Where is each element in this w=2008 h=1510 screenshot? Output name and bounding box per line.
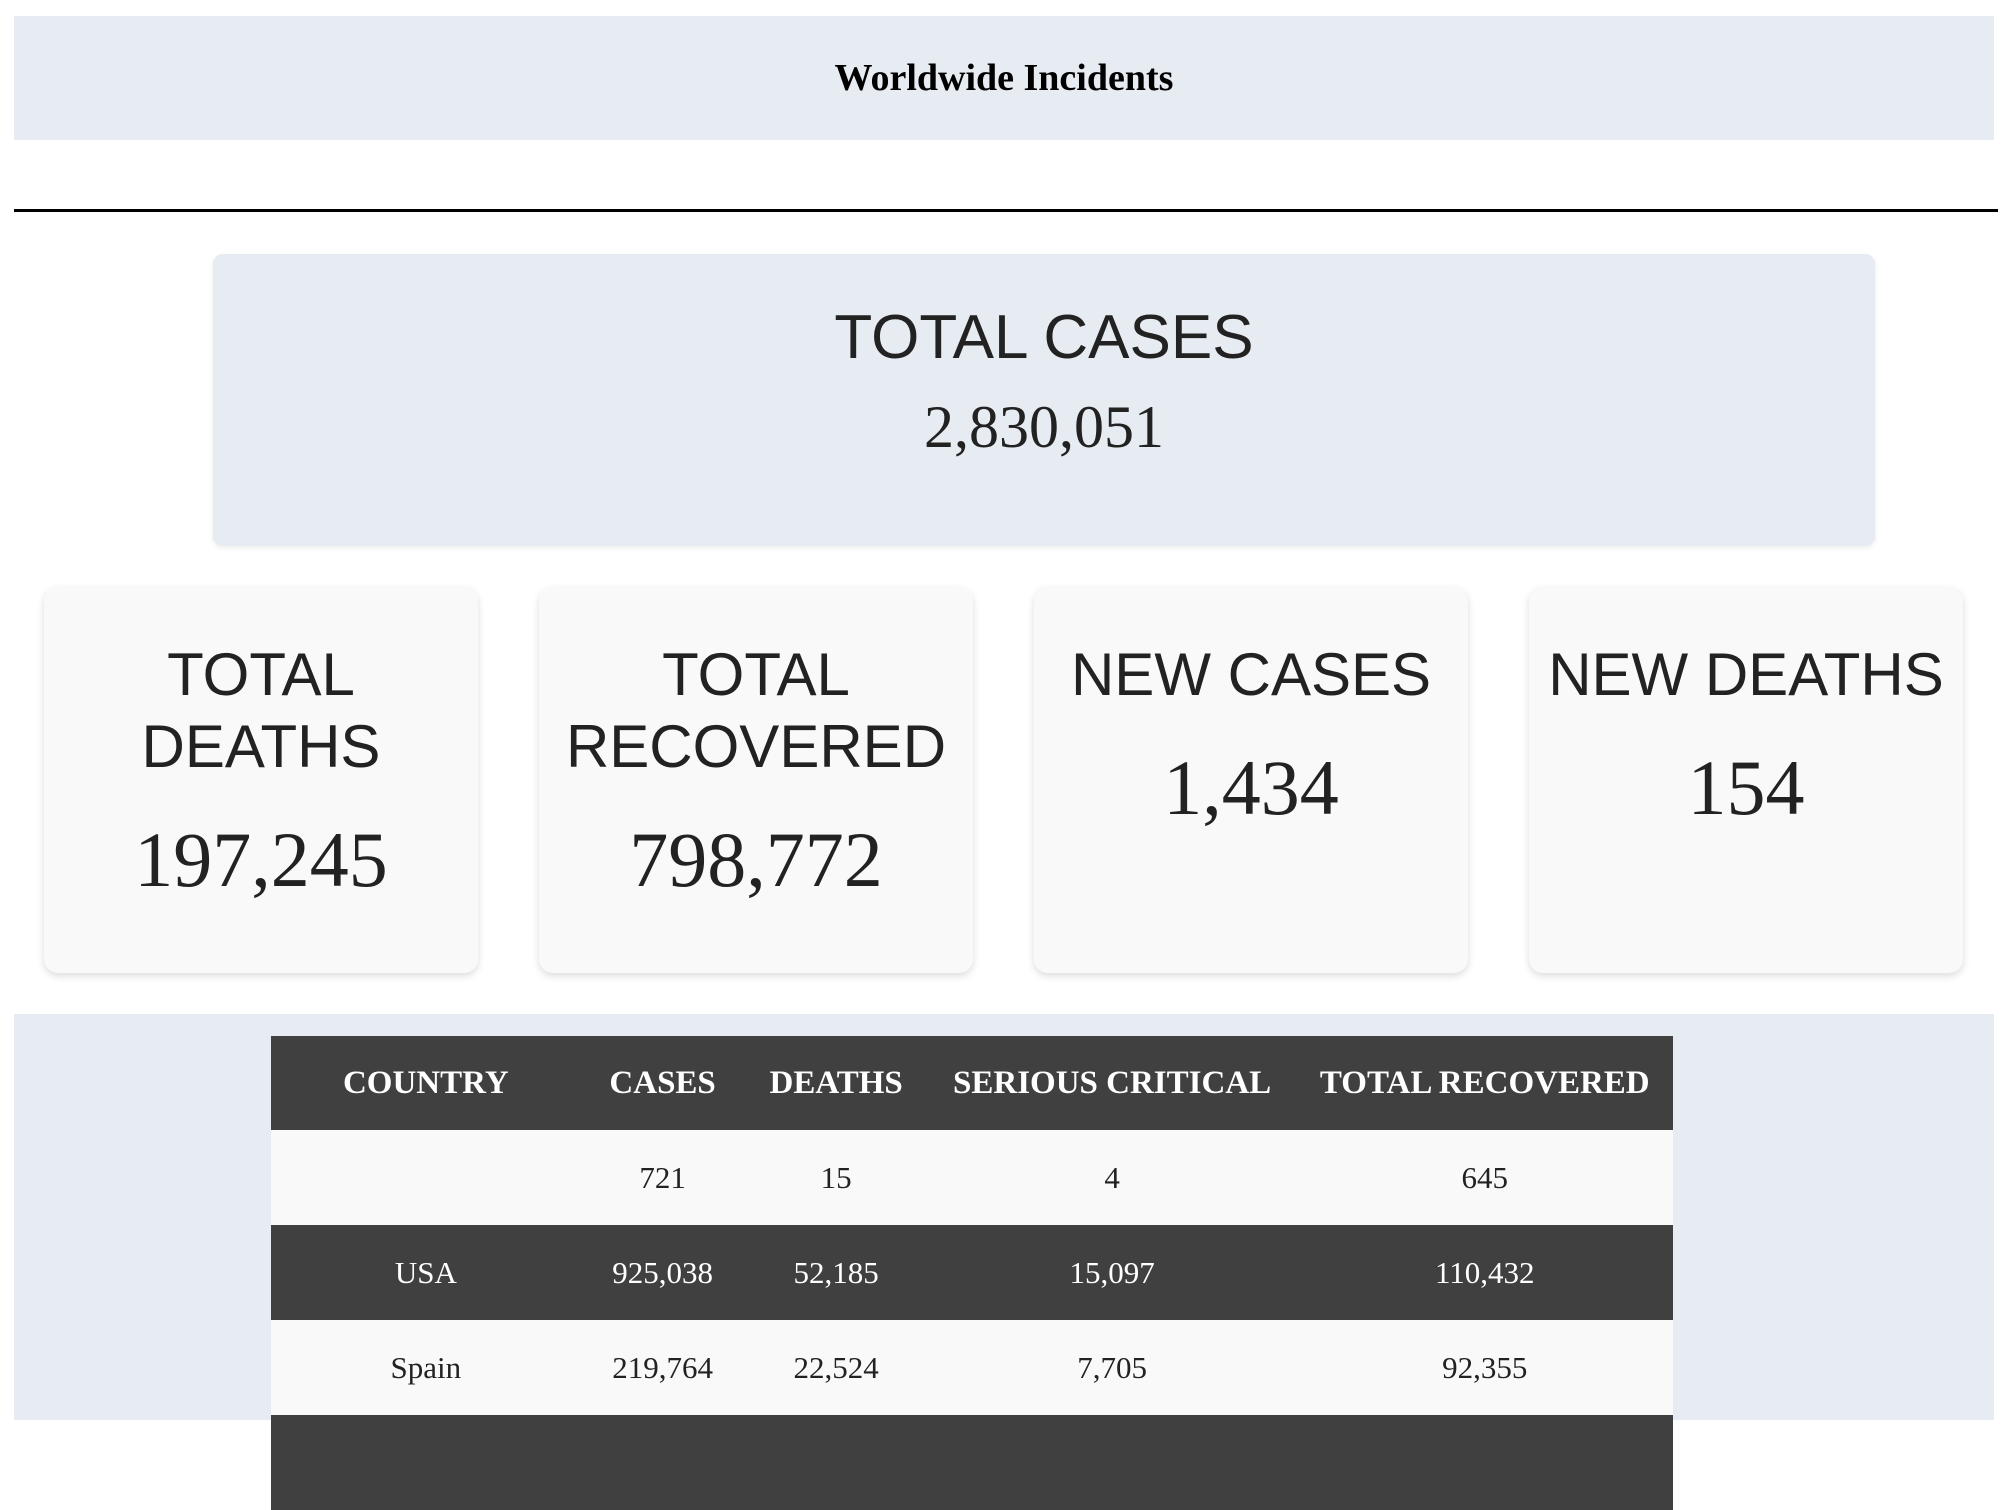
total-recovered-card: TOTAL RECOVERED 798,772 <box>539 587 973 973</box>
table-row: USA 925,038 52,185 15,097 110,432 <box>271 1225 1673 1320</box>
cell-partial <box>271 1415 1673 1510</box>
total-cases-label: TOTAL CASES <box>834 303 1254 372</box>
cell-country <box>271 1130 581 1225</box>
cell-cases: 219,764 <box>580 1320 745 1415</box>
table-header-row: COUNTRY CASES DEATHS SERIOUS CRITICAL TO… <box>271 1036 1673 1130</box>
cell-serious-critical: 15,097 <box>927 1225 1297 1320</box>
total-deaths-label: TOTAL DEATHS <box>141 641 381 780</box>
cell-cases: 925,038 <box>580 1225 745 1320</box>
countries-table-panel: COUNTRY CASES DEATHS SERIOUS CRITICAL TO… <box>14 1014 1994 1510</box>
cell-total-recovered: 92,355 <box>1296 1320 1673 1415</box>
new-cases-label: NEW CASES <box>1070 641 1432 708</box>
total-deaths-value: 197,245 <box>134 816 388 903</box>
cell-country: Spain <box>271 1320 581 1415</box>
new-cases-value: 1,434 <box>1163 744 1339 831</box>
cell-deaths: 22,524 <box>744 1320 928 1415</box>
table-row-partial <box>271 1415 1673 1510</box>
cell-serious-critical: 7,705 <box>927 1320 1297 1415</box>
new-deaths-value: 154 <box>1687 744 1805 831</box>
table-row: 721 15 4 645 <box>271 1130 1673 1225</box>
header-divider <box>14 209 1998 212</box>
cell-total-recovered: 645 <box>1296 1130 1673 1225</box>
cell-cases: 721 <box>580 1130 745 1225</box>
total-cases-value: 2,830,051 <box>924 394 1164 461</box>
header-total-recovered: TOTAL RECOVERED <box>1296 1036 1673 1130</box>
page-header: Worldwide Incidents <box>14 16 1994 140</box>
header-country: COUNTRY <box>271 1036 581 1130</box>
total-recovered-value: 798,772 <box>629 816 883 903</box>
total-cases-card: TOTAL CASES 2,830,051 <box>213 254 1875 546</box>
cell-deaths: 52,185 <box>744 1225 928 1320</box>
total-deaths-card: TOTAL DEATHS 197,245 <box>44 587 478 973</box>
total-recovered-label: TOTAL RECOVERED <box>565 641 947 780</box>
table-row: Spain 219,764 22,524 7,705 92,355 <box>271 1320 1673 1415</box>
new-deaths-card: NEW DEATHS 154 <box>1529 587 1963 973</box>
header-deaths: DEATHS <box>744 1036 928 1130</box>
new-cases-card: NEW CASES 1,434 <box>1034 587 1468 973</box>
countries-table: COUNTRY CASES DEATHS SERIOUS CRITICAL TO… <box>271 1036 1673 1510</box>
header-cases: CASES <box>580 1036 745 1130</box>
page-title: Worldwide Incidents <box>834 57 1174 99</box>
cell-country: USA <box>271 1225 581 1320</box>
new-deaths-label: NEW DEATHS <box>1548 641 1944 708</box>
cell-deaths: 15 <box>744 1130 928 1225</box>
cell-total-recovered: 110,432 <box>1296 1225 1673 1320</box>
header-serious-critical: SERIOUS CRITICAL <box>927 1036 1297 1130</box>
cell-serious-critical: 4 <box>927 1130 1297 1225</box>
